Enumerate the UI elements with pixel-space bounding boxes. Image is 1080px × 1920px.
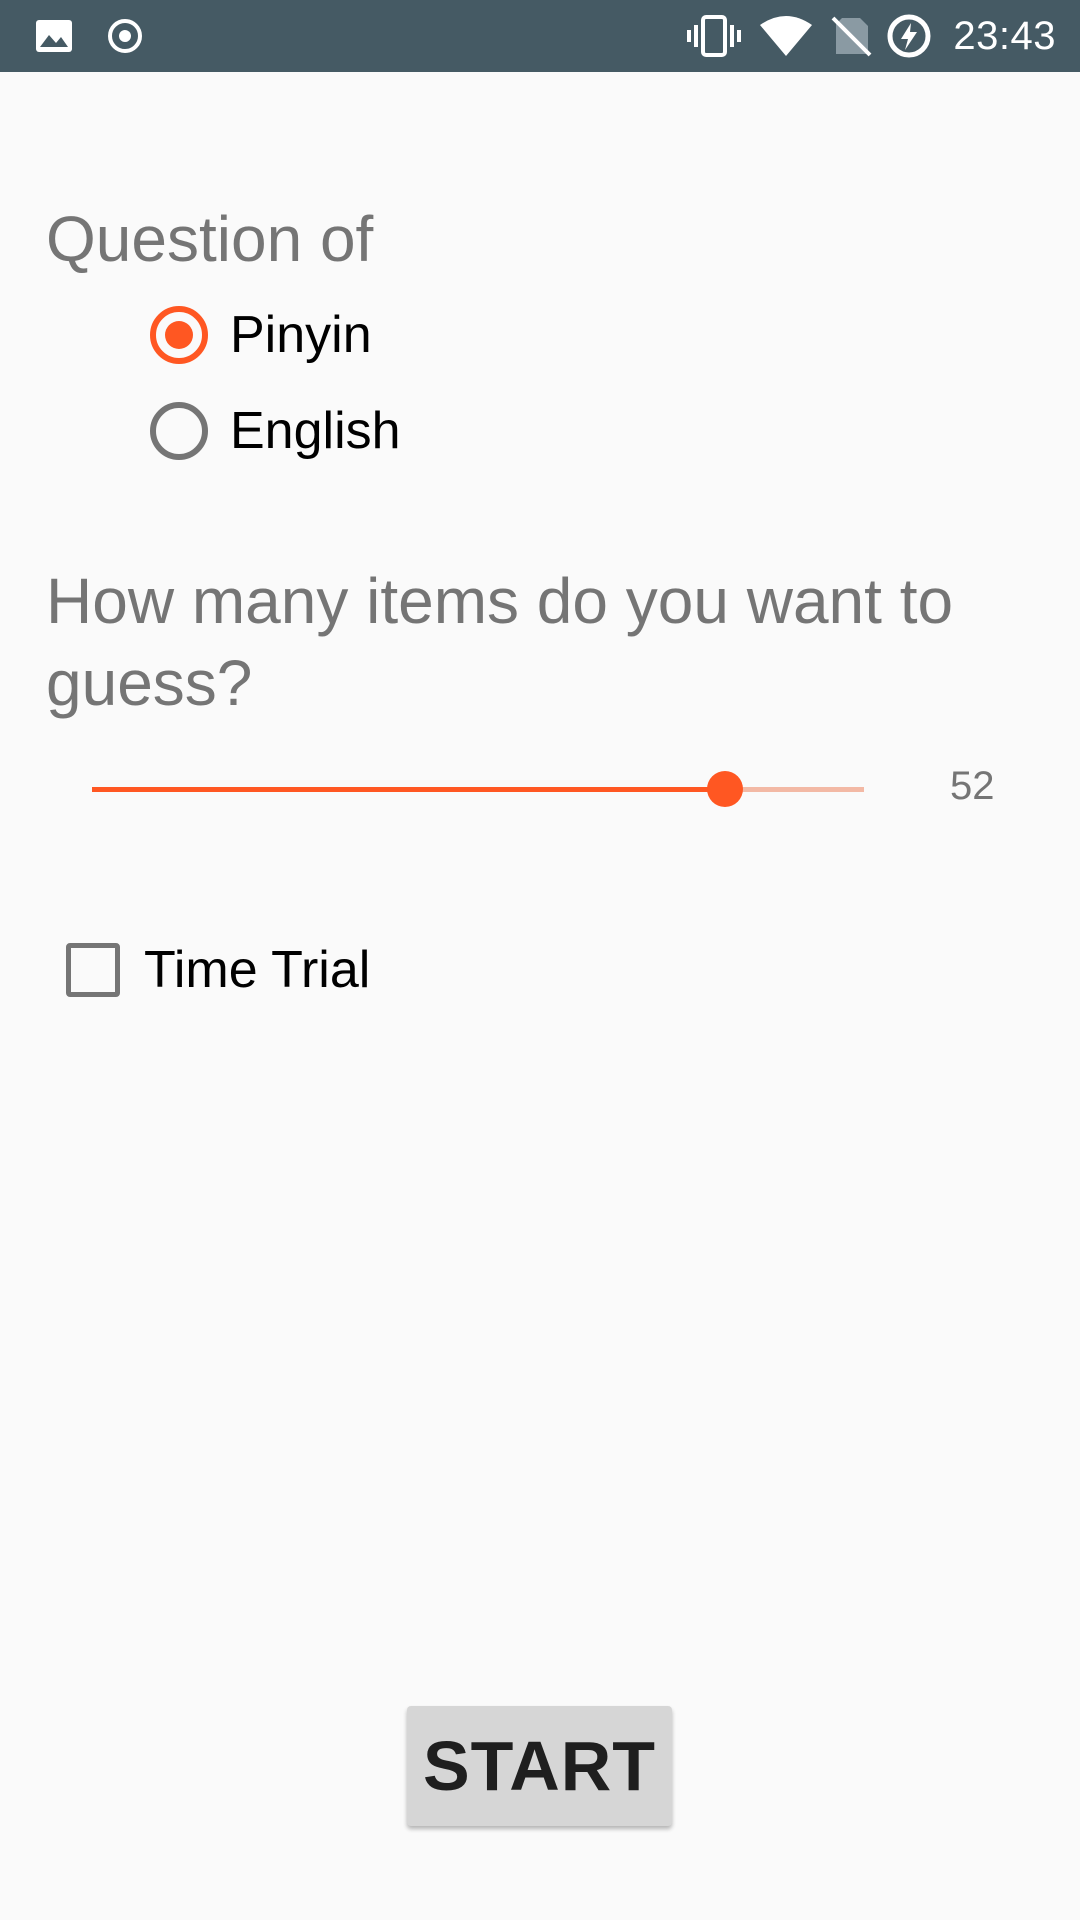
question-of-title: Question of: [46, 203, 374, 275]
start-button[interactable]: START: [407, 1706, 672, 1826]
no-sim-icon: [830, 0, 872, 72]
slider-value: 52: [950, 764, 995, 808]
radio-button-checked-icon[interactable]: [150, 306, 208, 364]
gallery-icon: [34, 0, 74, 72]
record-icon: [106, 0, 144, 72]
radio-english-label: English: [230, 402, 401, 460]
wifi-icon: [758, 0, 814, 72]
radio-english[interactable]: English: [150, 391, 401, 471]
items-count-slider[interactable]: [92, 770, 864, 808]
slider-fill: [92, 787, 725, 792]
items-count-title: How many items do you want to guess?: [46, 565, 954, 719]
vibrate-icon: [686, 0, 742, 72]
radio-button-unchecked-icon[interactable]: [150, 402, 208, 460]
status-time: 23:43: [953, 13, 1056, 58]
battery-charging-icon: [886, 0, 932, 72]
checkbox-unchecked-icon[interactable]: [66, 943, 120, 997]
slider-thumb[interactable]: [707, 771, 743, 807]
time-trial-label: Time Trial: [144, 941, 371, 999]
radio-pinyin[interactable]: Pinyin: [150, 295, 372, 375]
status-bar: 23:43: [0, 0, 1080, 72]
radio-pinyin-label: Pinyin: [230, 306, 372, 364]
time-trial-checkbox[interactable]: Time Trial: [66, 930, 370, 1010]
